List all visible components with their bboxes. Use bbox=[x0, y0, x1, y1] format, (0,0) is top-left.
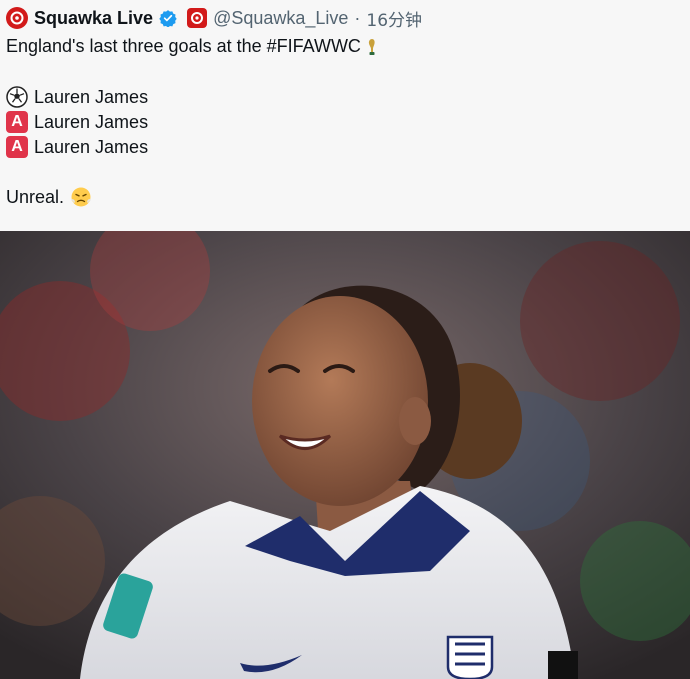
closing-text: Unreal. bbox=[6, 186, 65, 207]
face-with-steam-icon bbox=[71, 187, 91, 207]
goal-scorer: Lauren James bbox=[34, 136, 149, 157]
tweet-media-photo[interactable] bbox=[0, 231, 690, 679]
author-name[interactable]: Squawka Live bbox=[34, 8, 153, 29]
verified-badge-icon bbox=[159, 10, 177, 27]
player-photo bbox=[0, 231, 690, 679]
tweet-text-line: England's last three goals at the #FIFAW… bbox=[6, 36, 377, 57]
meta-separator: · bbox=[354, 7, 361, 28]
squawka-avatar[interactable] bbox=[6, 7, 28, 29]
goal-line: Lauren James bbox=[6, 86, 148, 108]
post-time[interactable]: 16分钟 bbox=[366, 6, 422, 31]
author-handle[interactable]: @Squawka_Live bbox=[213, 8, 348, 29]
goal-scorer: Lauren James bbox=[34, 86, 149, 107]
goal-scorer: Lauren James bbox=[34, 111, 149, 132]
tweet-header: Squawka Live @Squawka_Live · 16分钟 bbox=[6, 6, 422, 31]
squawka-badge-logo-icon bbox=[191, 12, 204, 24]
tweet-headline: England's last three goals at the #FIFAW… bbox=[6, 36, 361, 56]
a-button-icon: A bbox=[6, 111, 28, 133]
soccer-ball-icon bbox=[6, 86, 28, 108]
closing-line: Unreal. bbox=[6, 186, 92, 208]
goal-line: A Lauren James bbox=[6, 111, 148, 133]
squawka-logo-icon bbox=[10, 11, 24, 25]
a-button-icon: A bbox=[6, 136, 28, 158]
trophy-icon bbox=[368, 38, 375, 55]
goal-line: A Lauren James bbox=[6, 136, 148, 158]
affiliate-badge-icon[interactable] bbox=[187, 8, 208, 28]
